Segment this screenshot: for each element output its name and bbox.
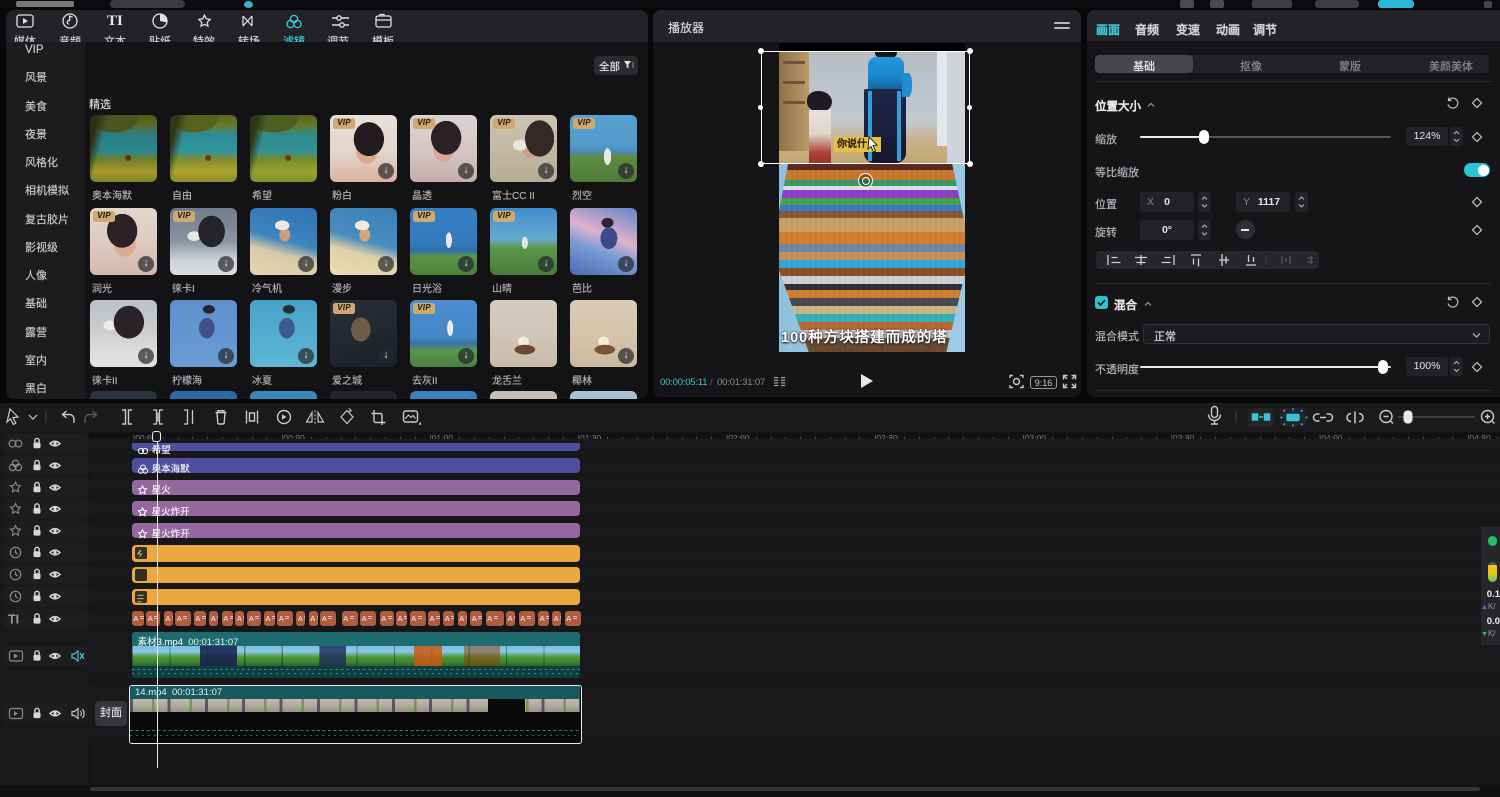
svg-text:TI: TI — [8, 613, 19, 627]
